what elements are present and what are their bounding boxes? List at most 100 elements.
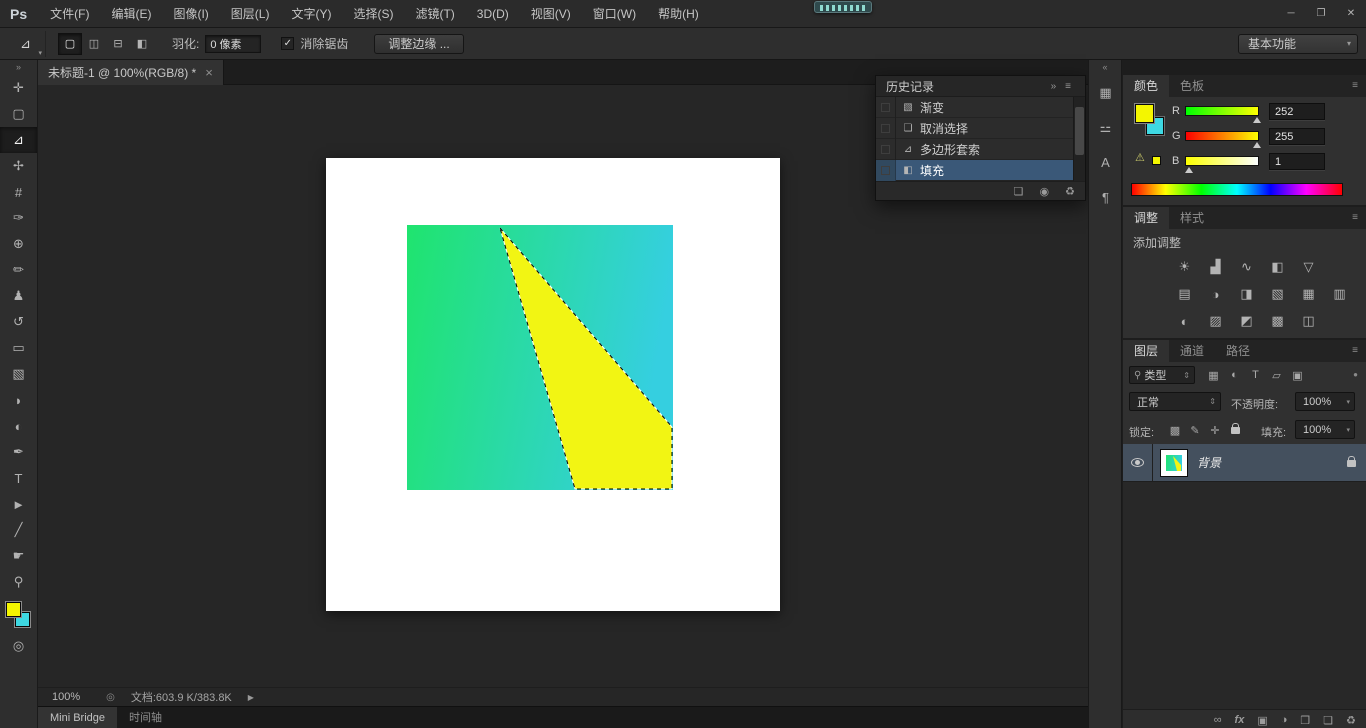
curves-icon[interactable]: ∿ [1231, 255, 1262, 279]
panel-menu-icon[interactable]: ≡ [1352, 207, 1366, 229]
menu-view[interactable]: 视图(V) [520, 0, 582, 28]
hue-saturation-icon[interactable]: ▤ [1169, 282, 1200, 306]
add-layer-mask-button[interactable]: ▣ [1257, 714, 1267, 727]
red-value-input[interactable] [1269, 103, 1325, 120]
add-to-selection-button[interactable]: ◫ [82, 33, 106, 55]
filter-toggle-icon[interactable]: ● [1353, 370, 1358, 379]
antialias-checkbox[interactable]: ✓ [281, 37, 294, 50]
dodge-tool[interactable]: ◐ [0, 413, 37, 439]
history-panel-title[interactable]: 历史记录 [876, 78, 944, 95]
minimize-button[interactable]: ─ [1276, 0, 1306, 28]
selective-color-icon[interactable]: ◫ [1293, 309, 1324, 333]
line-tool[interactable]: ╱ [0, 517, 37, 543]
lock-position-icon[interactable]: ✛ [1205, 424, 1225, 437]
foreground-color-swatch[interactable] [6, 602, 21, 617]
tab-styles[interactable]: 样式 [1169, 207, 1215, 229]
panel-collapse-icon[interactable]: » [1051, 81, 1057, 92]
history-source-well[interactable] [876, 139, 896, 160]
eraser-tool[interactable]: ▭ [0, 335, 37, 361]
menu-layer[interactable]: 图层(L) [220, 0, 281, 28]
filter-pixel-layers-icon[interactable]: ▦ [1203, 366, 1224, 384]
move-tool[interactable]: ✛ [0, 75, 37, 101]
feather-input[interactable] [205, 35, 261, 53]
subtract-from-selection-button[interactable]: ⊟ [106, 33, 130, 55]
menu-type[interactable]: 文字(Y) [280, 0, 342, 28]
toolbar-collapse-button[interactable]: » [0, 60, 37, 75]
collapsed-panel-paragraph-icon[interactable]: ¶ [1089, 180, 1122, 215]
collapsed-panel-sliders-icon[interactable]: ⚍ [1089, 110, 1122, 145]
foreground-color-swatch[interactable] [1135, 104, 1154, 123]
link-layers-button[interactable]: ∞ [1214, 714, 1222, 726]
tool-preset-picker[interactable]: ⊿ ▾ [6, 31, 46, 57]
menu-image[interactable]: 图像(I) [162, 0, 219, 28]
green-slider[interactable] [1185, 131, 1259, 141]
quick-selection-tool[interactable]: ✢ [0, 153, 37, 179]
create-snapshot-button[interactable]: ◉ [1040, 185, 1050, 198]
lock-all-button[interactable] [1225, 427, 1245, 434]
filter-adjustment-layers-icon[interactable]: ◐ [1224, 366, 1245, 384]
slider-thumb[interactable] [1253, 142, 1261, 148]
menu-filter[interactable]: 滤镜(T) [404, 0, 465, 28]
blue-slider[interactable] [1185, 156, 1259, 166]
history-source-well[interactable] [876, 97, 896, 118]
opacity-select[interactable]: 100% ▾ [1295, 392, 1355, 411]
lock-transparent-pixels-icon[interactable]: ▩ [1165, 424, 1185, 437]
threshold-icon[interactable]: ◩ [1231, 309, 1262, 333]
history-brush-tool[interactable]: ↺ [0, 309, 37, 335]
slider-thumb[interactable] [1185, 167, 1193, 173]
quick-mask-button[interactable]: ◎ [0, 634, 37, 658]
new-adjustment-layer-button[interactable]: ◑ [1281, 714, 1288, 726]
filter-smart-objects-icon[interactable]: ▣ [1287, 366, 1308, 384]
filter-type-layers-icon[interactable]: T [1245, 366, 1266, 384]
menu-file[interactable]: 文件(F) [39, 0, 100, 28]
vibrance-icon[interactable]: ▽ [1293, 255, 1324, 279]
filter-kind-select[interactable]: ⚲ 类型 ⇕ [1129, 366, 1195, 384]
history-state-fill[interactable]: ◧ 填充 [876, 160, 1073, 181]
new-layer-button[interactable]: ❏ [1323, 714, 1333, 727]
panel-menu-icon[interactable]: ≡ [1352, 75, 1366, 97]
green-value-input[interactable] [1269, 128, 1325, 145]
blend-mode-select[interactable]: 正常 ⇕ [1129, 392, 1221, 411]
tab-color[interactable]: 颜色 [1123, 75, 1169, 97]
gradient-map-icon[interactable]: ▩ [1262, 309, 1293, 333]
hand-tool[interactable]: ☛ [0, 543, 37, 569]
clone-stamp-tool[interactable]: ♟ [0, 283, 37, 309]
tab-paths[interactable]: 路径 [1215, 340, 1261, 362]
close-button[interactable]: ✕ [1336, 0, 1366, 28]
tab-mini-bridge[interactable]: Mini Bridge [38, 707, 117, 728]
restore-button[interactable]: ❐ [1306, 0, 1336, 28]
eyedropper-tool[interactable]: ✑ [0, 205, 37, 231]
close-icon[interactable]: × [205, 66, 213, 79]
exposure-icon[interactable]: ◧ [1262, 255, 1293, 279]
type-tool[interactable]: T [0, 465, 37, 491]
levels-icon[interactable]: ▟ [1200, 255, 1231, 279]
zoom-tool[interactable]: ⚲ [0, 569, 37, 595]
workspace-switcher[interactable]: 基本功能 ▾ [1238, 34, 1358, 54]
rectangular-marquee-tool[interactable]: ▢ [0, 101, 37, 127]
gradient-tool[interactable]: ▧ [0, 361, 37, 387]
collapsed-panel-character-icon[interactable]: A [1089, 145, 1122, 180]
spot-healing-brush-tool[interactable]: ⊕ [0, 231, 37, 257]
delete-state-button[interactable]: ♻ [1065, 185, 1075, 198]
menu-select[interactable]: 选择(S) [342, 0, 404, 28]
history-source-well[interactable] [876, 160, 896, 181]
polygonal-lasso-tool[interactable]: ⊿ [0, 127, 37, 153]
blue-value-input[interactable] [1269, 153, 1325, 170]
layer-name[interactable]: 背景 [1197, 454, 1221, 471]
layer-thumbnail[interactable] [1161, 450, 1187, 476]
red-slider[interactable] [1185, 106, 1259, 116]
scrollbar-thumb[interactable] [1075, 107, 1084, 155]
tab-timeline[interactable]: 时间轴 [117, 707, 174, 728]
history-source-well[interactable] [876, 118, 896, 139]
lock-image-pixels-icon[interactable]: ✎ [1185, 424, 1205, 437]
posterize-icon[interactable]: ▨ [1200, 309, 1231, 333]
invert-icon[interactable]: ◐ [1169, 309, 1200, 333]
tab-swatches[interactable]: 色板 [1169, 75, 1215, 97]
brightness-contrast-icon[interactable]: ☀ [1169, 255, 1200, 279]
new-selection-button[interactable]: ▢ [58, 33, 82, 55]
layer-visibility-cell[interactable] [1123, 444, 1153, 482]
panel-menu-icon[interactable]: ≡ [1065, 81, 1071, 92]
pen-tool[interactable]: ✒ [0, 439, 37, 465]
canvas[interactable] [326, 158, 780, 611]
tab-channels[interactable]: 通道 [1169, 340, 1215, 362]
